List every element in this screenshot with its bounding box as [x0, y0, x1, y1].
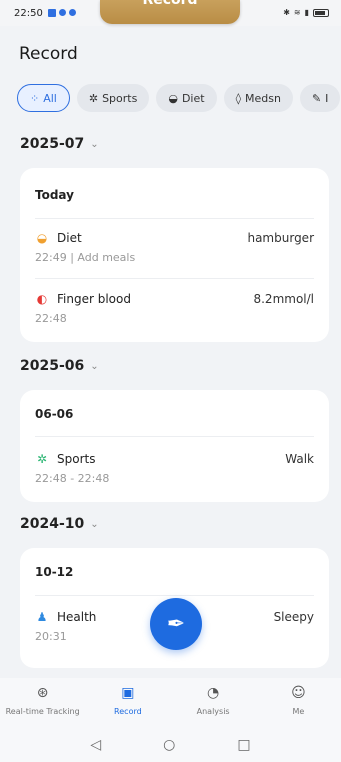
nav-item-record[interactable]: ▣ Record	[85, 678, 170, 728]
divider	[35, 595, 314, 596]
nav-item-tracking[interactable]: ⊛ Real-time Tracking	[0, 678, 85, 728]
me-icon: ☺	[291, 685, 306, 701]
filter-chip-all[interactable]: ⁘ All	[17, 84, 70, 112]
filter-label: Diet	[181, 91, 205, 105]
other-icon: ✎	[311, 91, 322, 105]
dots-icon: ⁘	[30, 91, 40, 105]
filter-label: All	[43, 91, 57, 105]
entry-title: Diet	[57, 231, 82, 245]
blood-drop-icon: ◐	[36, 292, 48, 306]
chevron-down-icon: ⌄	[90, 138, 99, 150]
overlay-record-tab: Record	[100, 0, 240, 24]
divider	[35, 436, 314, 437]
entry-value: Sleepy	[273, 610, 314, 624]
medicine-icon: ◊	[235, 91, 241, 105]
back-icon[interactable]: ◁	[90, 737, 101, 753]
month-label: 2025-06	[20, 358, 85, 374]
nav-item-analysis[interactable]: ◔ Analysis	[171, 678, 256, 728]
entry-subtitle: 22:48 - 22:48	[35, 472, 110, 485]
add-record-button[interactable]: ✒	[150, 598, 202, 650]
notification-icons	[48, 9, 76, 17]
month-header[interactable]: 2025-07 ⌄	[20, 136, 99, 152]
overlay-record-label: Record	[142, 0, 198, 8]
entry-title: Health	[57, 610, 97, 624]
record-entry[interactable]: ◒ Diet hamburger 22:49 | Add meals	[35, 231, 314, 264]
diet-icon: ◒	[36, 231, 48, 245]
nav-item-me[interactable]: ☺ Me	[256, 678, 341, 728]
record-icon: ▣	[121, 685, 135, 701]
diet-icon: ◒	[168, 91, 178, 105]
entry-title: Sports	[57, 452, 96, 466]
filter-chip-other[interactable]: ✎ I	[299, 84, 341, 112]
analysis-icon: ◔	[207, 685, 220, 701]
filter-label: Medsn	[245, 91, 281, 105]
status-time: 22:50	[14, 8, 43, 19]
card-date: Today	[35, 188, 74, 202]
nav-label: Me	[292, 707, 305, 716]
chevron-down-icon: ⌄	[90, 518, 99, 530]
entry-value: 8.2mmol/l	[253, 292, 314, 306]
divider	[35, 278, 314, 279]
entry-subtitle: 22:48	[35, 312, 67, 325]
status-indicators: ✱ ≋ ▮	[283, 8, 329, 17]
card-date: 10-12	[35, 565, 74, 579]
system-nav-bar: ◁ ○ □	[0, 728, 341, 762]
home-icon[interactable]: ○	[163, 737, 175, 753]
month-header[interactable]: 2024-10 ⌄	[20, 516, 99, 532]
filter-label: Sports	[102, 91, 138, 105]
sports-icon: ✲	[36, 452, 48, 466]
bottom-nav: ⊛ Real-time Tracking ▣ Record ◔ Analysis…	[0, 678, 341, 728]
feather-icon: ✒	[166, 611, 186, 637]
entry-title: Finger blood	[57, 292, 131, 306]
card-date: 06-06	[35, 407, 74, 421]
entry-value: Walk	[285, 452, 314, 466]
filter-chips: ⁘ All ✲ Sports ◒ Diet ◊ Medsn ✎ I	[17, 84, 341, 114]
record-entry[interactable]: ✲ Sports Walk 22:48 - 22:48	[35, 452, 314, 485]
battery-icon	[313, 8, 329, 17]
tracking-icon: ⊛	[36, 685, 49, 701]
entry-value: hamburger	[247, 231, 314, 245]
person-icon: ♟	[36, 610, 48, 624]
bluetooth-icon: ✱	[283, 8, 290, 17]
record-card: Today ◒ Diet hamburger 22:49 | Add meals…	[20, 168, 329, 342]
page-title: Record	[19, 44, 78, 64]
record-entry[interactable]: ◐ Finger blood 8.2mmol/l 22:48	[35, 292, 314, 325]
divider	[35, 218, 314, 219]
month-label: 2024-10	[20, 516, 85, 532]
wifi-icon: ≋	[293, 8, 301, 17]
chevron-down-icon: ⌄	[90, 360, 99, 372]
filter-chip-medicine[interactable]: ◊ Medsn	[223, 84, 293, 112]
entry-subtitle: 22:49 | Add meals	[35, 251, 136, 264]
filter-chip-sports[interactable]: ✲ Sports	[76, 84, 150, 112]
record-card: 06-06 ✲ Sports Walk 22:48 - 22:48	[20, 390, 329, 502]
filter-chip-diet[interactable]: ◒ Diet	[156, 84, 217, 112]
month-header[interactable]: 2025-06 ⌄	[20, 358, 99, 374]
signal-icon: ▮	[304, 8, 309, 17]
nav-label: Analysis	[196, 707, 230, 716]
sports-icon: ✲	[88, 91, 99, 105]
nav-label: Record	[114, 707, 142, 716]
month-label: 2025-07	[20, 136, 85, 152]
filter-label: I	[325, 91, 329, 105]
nav-label: Real-time Tracking	[5, 707, 80, 716]
recents-icon[interactable]: □	[237, 737, 250, 753]
